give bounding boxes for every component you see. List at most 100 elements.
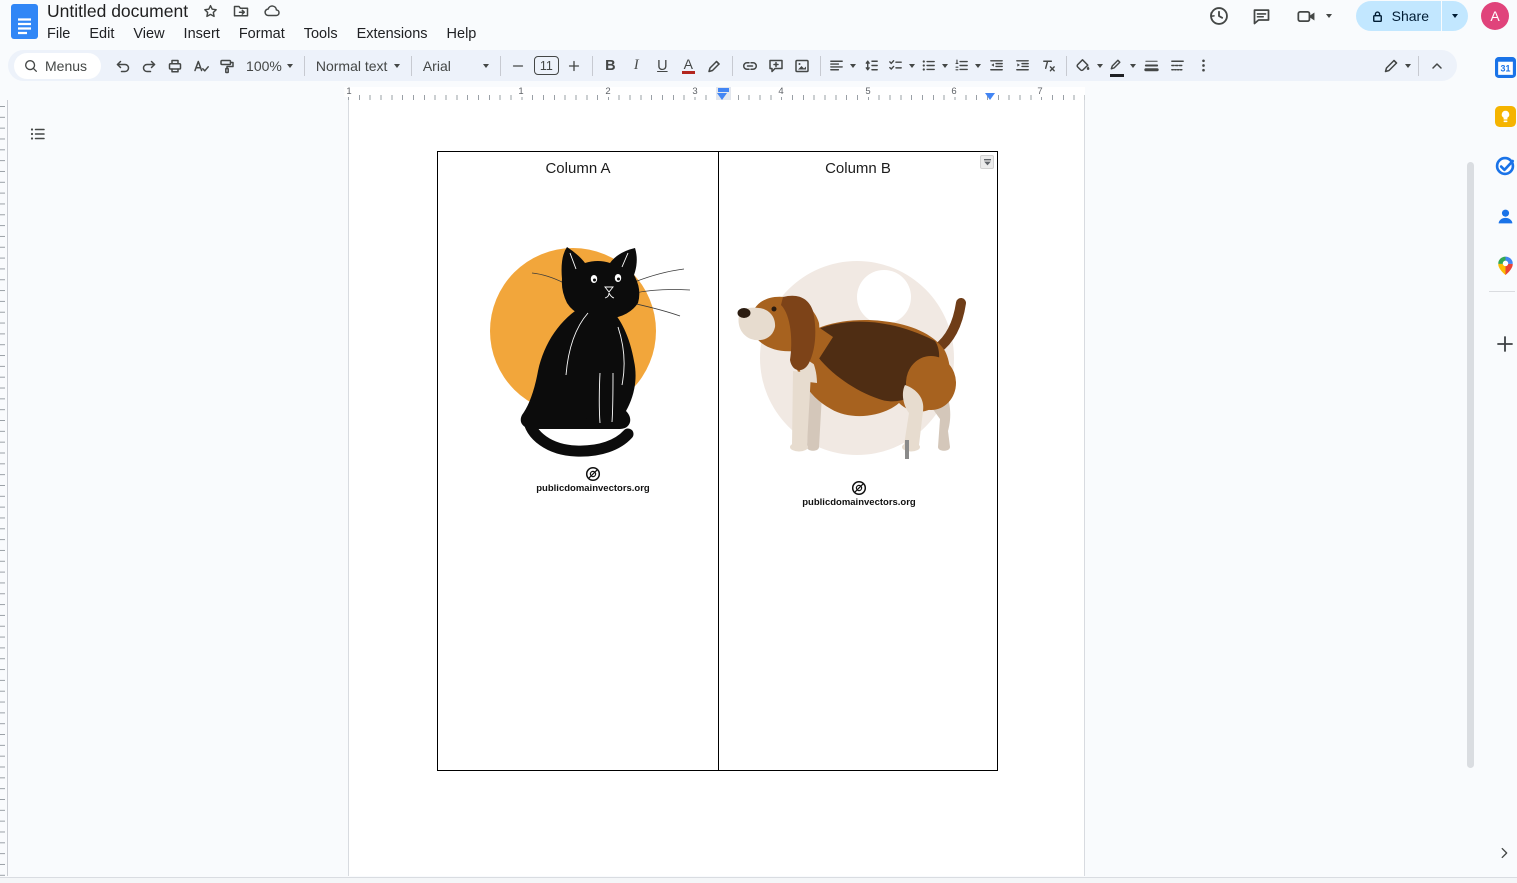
table-options-button[interactable] [980,155,994,169]
search-menus-button[interactable]: Menus [14,52,102,79]
ruler-number: 7 [1035,86,1045,97]
black-cat-illustration[interactable]: publicdomainvectors.org [472,223,714,494]
italic-button[interactable]: I [624,53,649,79]
insert-image-button[interactable] [790,53,815,79]
tasks-rail-button[interactable] [1493,154,1517,178]
cat-caption: publicdomainvectors.org [472,466,714,494]
menu-tools[interactable]: Tools [304,26,338,42]
document-outline-button[interactable] [29,125,47,143]
move-to-folder-icon[interactable] [232,2,250,20]
decrease-font-size-button[interactable] [506,53,531,79]
fill-color-button[interactable] [1072,53,1105,79]
cloud-status-icon[interactable] [263,2,281,20]
checklist-button[interactable] [885,53,917,79]
maps-rail-button[interactable] [1493,253,1517,277]
app-header: Untitled document File Edit View Insert … [0,0,1517,46]
document-page: Column A publicdomainvectors.org Column … [348,100,1085,876]
star-icon[interactable] [201,2,219,20]
vertical-scrollbar-thumb[interactable] [1467,162,1474,768]
border-dash-button[interactable] [1165,53,1190,79]
numbered-list-button[interactable] [951,53,983,79]
menu-file[interactable]: File [47,26,70,42]
calendar-icon: 31 [1494,56,1516,78]
toolbar-separator [1418,55,1419,76]
decrease-indent-button[interactable] [984,53,1009,79]
contacts-rail-button[interactable] [1493,204,1517,228]
ruler-number: 1 [516,86,526,97]
beagle-dog-illustration[interactable]: publicdomainvectors.org [737,253,981,508]
ruler-number: 5 [863,86,873,97]
docs-logo[interactable] [11,4,38,39]
table-cell-column-b[interactable]: Column B publicdomainvectors.org [719,152,997,770]
bold-button[interactable]: B [598,53,623,79]
video-call-icon[interactable] [1295,4,1319,28]
right-indent-marker[interactable] [985,92,995,100]
text-color-button[interactable]: A [676,53,701,79]
editing-mode-button[interactable] [1380,53,1413,79]
document-title[interactable]: Untitled document [47,1,188,22]
tasks-icon [1495,156,1515,176]
increase-font-size-button[interactable] [562,53,587,79]
font-family-select[interactable]: Arial [417,53,495,79]
window-bottom-edge [0,877,1517,883]
menu-view[interactable]: View [133,26,164,42]
ruler-number: 6 [949,86,959,97]
ruler-number: 1 [344,86,354,97]
cat-image [490,247,691,457]
spelling-grammar-check-button[interactable] [188,53,213,79]
first-line-indent-marker[interactable] [718,88,729,92]
text-color-swatch [681,70,695,74]
google-docs-app: Untitled document File Edit View Insert … [0,0,1517,883]
paint-format-button[interactable] [214,53,239,79]
align-button[interactable] [826,53,858,79]
column-a-header: Column A [545,160,611,177]
title-block: Untitled document File Edit View Insert … [47,0,476,44]
contacts-icon [1498,209,1512,223]
more-toolbar-options-button[interactable] [1191,53,1216,79]
paragraph-style-select[interactable]: Normal text [310,53,406,79]
collapse-toolbar-button[interactable] [1424,53,1449,79]
video-call-dropdown[interactable] [1325,14,1332,18]
bulleted-list-button[interactable] [918,53,950,79]
toolbar-separator [819,55,821,76]
border-color-button[interactable] [1106,53,1138,79]
line-spacing-button[interactable] [859,53,884,79]
search-icon [25,59,37,72]
horizontal-ruler: 1 1 2 3 4 5 6 7 [344,86,1085,100]
table-cell-column-a[interactable]: Column A publicdomainvectors.org [438,152,719,770]
highlight-color-button[interactable] [702,53,727,79]
account-avatar[interactable]: A [1481,2,1509,30]
menu-edit[interactable]: Edit [89,26,114,42]
public-domain-icon [851,480,867,496]
version-history-icon[interactable] [1207,4,1231,28]
menu-insert[interactable]: Insert [184,26,220,42]
toolbar: Menus 100% Normal text Arial 11 B I U A [8,50,1457,81]
zoom-select[interactable]: 100% [240,53,299,79]
increase-indent-button[interactable] [1010,53,1035,79]
get-addons-button[interactable] [1493,332,1517,356]
redo-button[interactable] [136,53,161,79]
font-size-value[interactable]: 11 [532,53,561,79]
menu-help[interactable]: Help [447,26,477,42]
clear-formatting-button[interactable] [1036,53,1061,79]
ruler-number: 2 [603,86,613,97]
menu-format[interactable]: Format [239,26,285,42]
column-b-header: Column B [825,160,891,177]
keep-rail-button[interactable] [1493,104,1517,128]
share-dropdown[interactable] [1442,1,1468,31]
underline-button[interactable]: U [650,53,675,79]
insert-link-button[interactable] [738,53,763,79]
left-indent-marker[interactable] [717,92,727,100]
print-button[interactable] [162,53,187,79]
calendar-rail-button[interactable]: 31 [1493,55,1517,79]
keep-icon [1494,105,1516,127]
add-comment-button[interactable] [764,53,789,79]
ruler-number: 4 [776,86,786,97]
show-side-panel-button[interactable] [1494,843,1514,863]
table-border-handle[interactable] [905,440,909,459]
undo-button[interactable] [110,53,135,79]
comment-history-icon[interactable] [1250,4,1274,28]
share-button[interactable]: Share [1355,1,1468,31]
menu-extensions[interactable]: Extensions [357,26,428,42]
border-width-button[interactable] [1139,53,1164,79]
